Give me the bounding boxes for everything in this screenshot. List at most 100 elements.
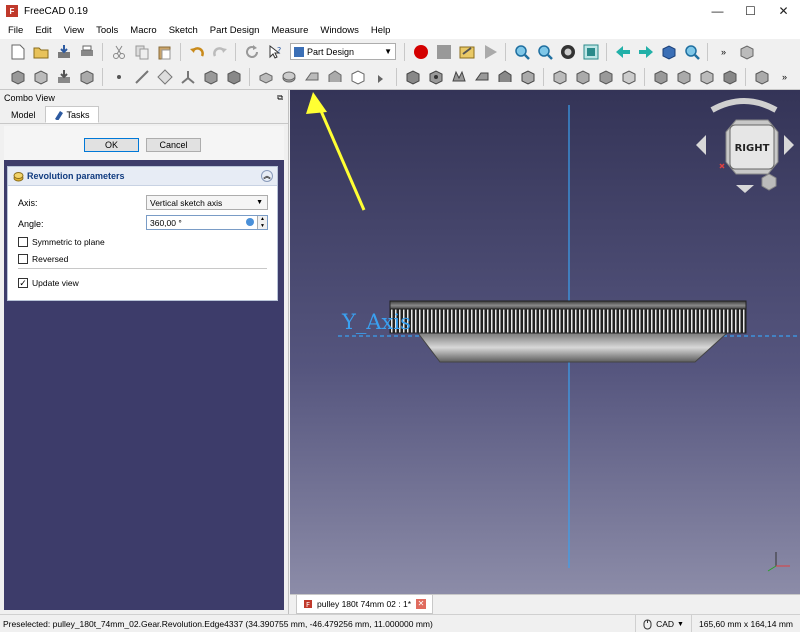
- chamfer-icon[interactable]: [675, 68, 693, 86]
- additive-pipe-icon[interactable]: [326, 68, 344, 86]
- linear-pattern-icon[interactable]: [574, 68, 592, 86]
- datum-point-icon[interactable]: [110, 68, 128, 86]
- copy-icon[interactable]: [133, 43, 151, 61]
- pulley-teeth[interactable]: [389, 308, 747, 334]
- navigation-style-selector[interactable]: CAD ▼: [635, 615, 691, 632]
- whats-this-icon[interactable]: ?: [266, 43, 284, 61]
- close-window-button[interactable]: ✕: [767, 0, 800, 22]
- tab-tasks[interactable]: Tasks: [44, 106, 99, 123]
- pocket-icon[interactable]: [404, 68, 422, 86]
- menu-edit[interactable]: Edit: [29, 22, 57, 39]
- menu-file[interactable]: File: [2, 22, 29, 39]
- run-macro-icon[interactable]: [481, 43, 499, 61]
- fit-all-icon[interactable]: [513, 43, 531, 61]
- refresh-icon[interactable]: [243, 43, 261, 61]
- datum-plane-icon[interactable]: [156, 68, 174, 86]
- additive-helix-icon[interactable]: [349, 68, 367, 86]
- menu-windows[interactable]: Windows: [314, 22, 365, 39]
- record-macro-icon[interactable]: [412, 43, 430, 61]
- view-isometric-icon[interactable]: [660, 43, 678, 61]
- navcube-menu-icon[interactable]: [761, 173, 777, 191]
- spin-buttons[interactable]: ▲ ▼: [257, 216, 267, 229]
- save-icon[interactable]: [55, 43, 73, 61]
- print-icon[interactable]: [78, 43, 96, 61]
- workbench-selector[interactable]: Part Design ▼: [290, 43, 396, 60]
- groove-icon[interactable]: [450, 68, 468, 86]
- hole-icon[interactable]: [427, 68, 445, 86]
- toolbar-overflow-icon[interactable]: »: [776, 68, 794, 86]
- symmetric-checkbox[interactable]: Symmetric to plane: [18, 237, 105, 247]
- datum-line-icon[interactable]: [133, 68, 151, 86]
- reversed-checkbox[interactable]: Reversed: [18, 254, 68, 264]
- draft-icon[interactable]: [698, 68, 716, 86]
- menu-tools[interactable]: Tools: [90, 22, 124, 39]
- menu-sketch[interactable]: Sketch: [163, 22, 204, 39]
- cut-icon[interactable]: [110, 43, 128, 61]
- clone-icon[interactable]: [78, 68, 96, 86]
- import-icon[interactable]: [55, 68, 73, 86]
- additive-loft-icon[interactable]: [303, 68, 321, 86]
- maximize-button[interactable]: ☐: [734, 0, 767, 22]
- subtractive-pipe-icon[interactable]: [496, 68, 514, 86]
- fillet-icon[interactable]: [652, 68, 670, 86]
- close-tab-icon[interactable]: ✕: [416, 599, 427, 609]
- minimize-button[interactable]: —: [701, 0, 734, 22]
- menu-help[interactable]: Help: [365, 22, 397, 39]
- navigation-cube[interactable]: RIGHT: [696, 98, 794, 193]
- create-part-icon[interactable]: [32, 68, 50, 86]
- new-file-icon[interactable]: [9, 43, 27, 61]
- undo-icon[interactable]: [188, 43, 206, 61]
- angle-spinbox[interactable]: 360,00 ° ▲ ▼: [146, 215, 268, 230]
- forward-arrow-icon[interactable]: [637, 43, 655, 61]
- polar-pattern-icon[interactable]: [597, 68, 615, 86]
- navcube-down-arrow[interactable]: [736, 185, 754, 193]
- tab-model[interactable]: Model: [2, 106, 45, 123]
- menu-view[interactable]: View: [58, 22, 90, 39]
- subtractive-loft-icon[interactable]: [473, 68, 491, 86]
- navcube-face-label[interactable]: RIGHT: [735, 143, 770, 154]
- pad-icon[interactable]: [257, 68, 275, 86]
- fit-selection-icon[interactable]: [536, 43, 554, 61]
- cancel-button[interactable]: Cancel: [146, 138, 201, 152]
- boolean-icon[interactable]: [753, 68, 771, 86]
- open-file-icon[interactable]: [32, 43, 50, 61]
- menu-measure[interactable]: Measure: [265, 22, 314, 39]
- redo-icon[interactable]: [211, 43, 229, 61]
- collapse-icon[interactable]: ︽: [261, 170, 273, 182]
- reversed-checkbox-box[interactable]: [18, 254, 28, 264]
- spin-down-icon[interactable]: ▼: [260, 223, 265, 229]
- edit-macro-icon[interactable]: [458, 43, 476, 61]
- symmetric-checkbox-box[interactable]: [18, 237, 28, 247]
- subtractive-primitive-icon[interactable]: [519, 68, 537, 86]
- thickness-icon[interactable]: [721, 68, 739, 86]
- menu-part-design[interactable]: Part Design: [204, 22, 266, 39]
- pulley-cone-body[interactable]: [416, 332, 729, 363]
- stop-macro-icon[interactable]: [435, 43, 453, 61]
- back-arrow-icon[interactable]: [614, 43, 632, 61]
- shape-binder-icon[interactable]: [202, 68, 220, 86]
- navcube-rotate-arc[interactable]: [710, 98, 778, 113]
- bounding-box-icon[interactable]: [582, 43, 600, 61]
- revolution-icon[interactable]: [280, 68, 298, 86]
- toolbar-overflow-icon[interactable]: »: [715, 43, 733, 61]
- update-view-checkbox-box[interactable]: ✓: [18, 278, 28, 288]
- ok-button[interactable]: OK: [84, 138, 139, 152]
- update-view-checkbox[interactable]: ✓ Update view: [18, 278, 79, 288]
- navcube-right-arrow[interactable]: [784, 135, 794, 155]
- paste-icon[interactable]: [156, 43, 174, 61]
- part-icon[interactable]: [738, 43, 756, 61]
- document-tab[interactable]: F pulley 180t 74mm 02 : 1* ✕: [296, 595, 434, 614]
- axis-select[interactable]: Vertical sketch axis ▼: [146, 195, 268, 210]
- spin-up-icon[interactable]: ▲: [260, 216, 265, 222]
- expression-link-icon[interactable]: [246, 218, 254, 226]
- multi-transform-icon[interactable]: [620, 68, 638, 86]
- menu-macro[interactable]: Macro: [124, 22, 162, 39]
- mirrored-icon[interactable]: [551, 68, 569, 86]
- navcube-left-arrow[interactable]: [696, 135, 706, 155]
- subshape-binder-icon[interactable]: [225, 68, 243, 86]
- viewport-canvas[interactable]: Y_Axis RIGHT: [290, 90, 800, 594]
- additive-primitive-icon[interactable]: [372, 68, 390, 86]
- local-cs-icon[interactable]: [179, 68, 197, 86]
- zoom-icon[interactable]: [683, 43, 701, 61]
- 3d-viewport[interactable]: Y_Axis RIGHT: [290, 90, 800, 594]
